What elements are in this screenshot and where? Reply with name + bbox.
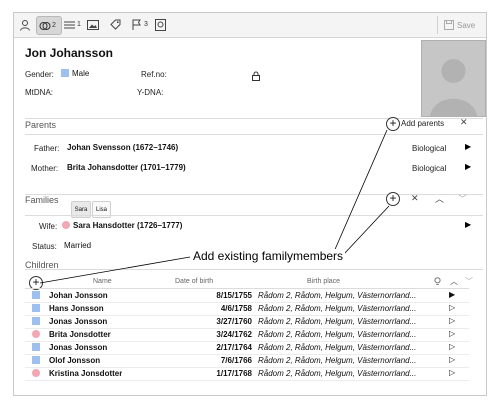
annotation-arrow-children (39, 256, 191, 284)
annotation-arrows (39, 129, 390, 284)
annotation-label: Add existing familymembers (191, 249, 346, 263)
annotation-arrow-parents (332, 129, 388, 255)
